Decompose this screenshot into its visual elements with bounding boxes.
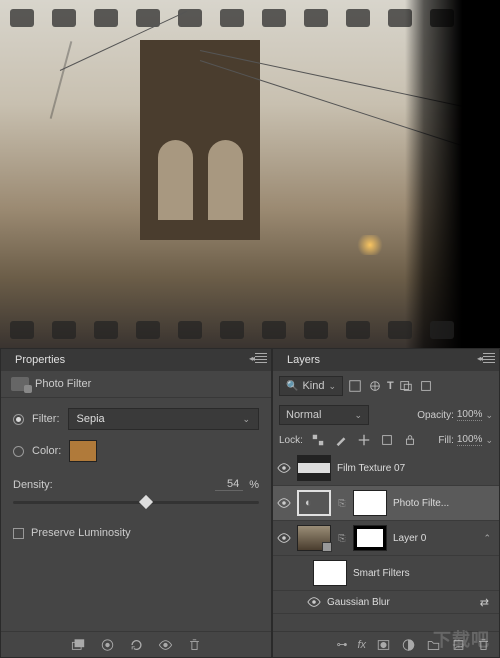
link-icon[interactable]: ⎘	[337, 533, 347, 544]
filter-select[interactable]: Sepia ⌄	[68, 408, 260, 430]
blend-mode-select[interactable]: Normal ⌄	[279, 405, 369, 425]
layer-thumbnail[interactable]	[297, 455, 331, 481]
smart-filter-mask-thumbnail[interactable]	[313, 560, 347, 586]
filter-pixel-icon[interactable]	[347, 379, 363, 393]
layer-row[interactable]: Film Texture 07	[273, 451, 499, 486]
lock-all-icon[interactable]	[402, 433, 418, 447]
trash-icon[interactable]	[476, 638, 491, 652]
visibility-toggle[interactable]	[277, 496, 291, 510]
lock-position-icon[interactable]	[356, 433, 372, 447]
canvas-preview[interactable]	[0, 0, 500, 348]
filter-value: Sepia	[77, 413, 105, 425]
fill-value[interactable]: 100%	[457, 434, 483, 446]
properties-tab[interactable]: Properties	[7, 350, 73, 370]
preserve-luminosity-checkbox[interactable]	[13, 528, 24, 539]
collapse-icon[interactable]: ◂◂	[477, 354, 481, 363]
adjustment-header: Photo Filter	[1, 371, 271, 398]
preserve-luminosity-label: Preserve Luminosity	[31, 527, 131, 539]
clip-to-layer-icon[interactable]	[71, 638, 86, 652]
lock-label: Lock:	[279, 435, 303, 446]
density-unit: %	[249, 479, 259, 491]
group-icon[interactable]	[426, 638, 441, 652]
layer-name[interactable]: Smart Filters	[353, 568, 410, 579]
filter-kind-select[interactable]: 🔍 Kind ⌄	[279, 376, 343, 396]
filter-blending-icon[interactable]: ⇄	[480, 596, 489, 609]
layer-name[interactable]: Photo Filte...	[393, 498, 449, 509]
photo-filter-icon	[11, 377, 29, 391]
layers-filter-bar: 🔍 Kind ⌄ T	[273, 371, 499, 401]
layer-mask-thumbnail[interactable]	[353, 490, 387, 516]
opacity-label: Opacity:	[417, 410, 454, 421]
film-sprockets-bottom	[0, 316, 500, 344]
layer-row-filter[interactable]: Gaussian Blur ⇄	[273, 591, 499, 614]
layers-panel: Layers ◂◂ 🔍 Kind ⌄ T Normal ⌄ Opacity: 1…	[272, 348, 500, 658]
filter-type-icon[interactable]: T	[387, 380, 394, 392]
layer-thumbnail[interactable]	[297, 525, 331, 551]
layers-list: Film Texture 07 ◐ ⎘ Photo Filte... ⎘ Lay…	[273, 451, 499, 631]
filter-shape-icon[interactable]	[398, 379, 414, 393]
kind-label: Kind	[302, 380, 324, 392]
view-previous-icon[interactable]	[100, 638, 115, 652]
color-swatch[interactable]	[69, 440, 97, 462]
filter-label: Filter:	[32, 413, 60, 425]
slider-track	[13, 501, 259, 504]
layer-row[interactable]: ◐ ⎘ Photo Filte...	[273, 486, 499, 521]
fill-label: Fill:	[438, 435, 454, 446]
layers-tab[interactable]: Layers	[279, 350, 328, 370]
sun-glow	[355, 235, 385, 255]
opacity-value[interactable]: 100%	[457, 409, 483, 421]
layer-thumbnail[interactable]: ◐	[297, 490, 331, 516]
layers-footer: ⊶ fx	[273, 631, 499, 657]
chevron-down-icon[interactable]: ⌄	[485, 410, 493, 421]
visibility-icon[interactable]	[158, 638, 173, 652]
panel-menu-icon[interactable]	[255, 353, 267, 363]
bridge-tower	[140, 40, 260, 240]
color-radio[interactable]	[13, 446, 24, 457]
adjustment-layer-icon[interactable]	[401, 638, 416, 652]
filter-expand-icon[interactable]: ⌃	[483, 533, 491, 544]
visibility-toggle[interactable]	[307, 595, 321, 609]
chevron-down-icon: ⌄	[242, 414, 250, 425]
layer-name[interactable]: Gaussian Blur	[327, 597, 390, 608]
layer-name[interactable]: Film Texture 07	[337, 463, 405, 474]
visibility-toggle[interactable]	[277, 461, 291, 475]
panel-menu-icon[interactable]	[483, 353, 495, 363]
lock-transparent-icon[interactable]	[310, 433, 326, 447]
density-value[interactable]: 54	[215, 478, 243, 491]
filter-adjustment-icon[interactable]	[367, 379, 383, 393]
density-label: Density:	[13, 479, 53, 491]
layer-row-smart-filters[interactable]: Smart Filters	[273, 556, 499, 591]
color-label: Color:	[32, 445, 61, 457]
slider-thumb[interactable]	[139, 495, 153, 509]
chevron-down-icon: ⌄	[354, 410, 362, 421]
film-frame-image	[0, 0, 500, 348]
density-slider[interactable]	[13, 495, 259, 511]
layer-style-icon[interactable]: fx	[357, 639, 366, 651]
layer-mask-icon[interactable]	[376, 638, 391, 652]
smart-object-badge	[322, 542, 332, 552]
trash-icon[interactable]	[187, 638, 202, 652]
layer-row[interactable]: ⎘ Layer 0 ⌃	[273, 521, 499, 556]
new-layer-icon[interactable]	[451, 638, 466, 652]
properties-tab-bar: Properties ◂◂	[1, 349, 271, 371]
chevron-down-icon[interactable]: ⌄	[485, 435, 493, 446]
lock-pixels-icon[interactable]	[333, 433, 349, 447]
layer-mask-thumbnail[interactable]	[353, 525, 387, 551]
reset-icon[interactable]	[129, 638, 144, 652]
visibility-toggle[interactable]	[277, 531, 291, 545]
lock-artboard-icon[interactable]	[379, 433, 395, 447]
filter-smart-icon[interactable]	[418, 379, 434, 393]
layer-name[interactable]: Layer 0	[393, 533, 426, 544]
blend-mode-value: Normal	[286, 409, 321, 421]
link-icon[interactable]: ⎘	[337, 498, 347, 509]
chevron-down-icon: ⌄	[328, 381, 336, 392]
adjustment-name: Photo Filter	[35, 378, 91, 390]
properties-footer	[1, 631, 271, 657]
link-layers-icon[interactable]: ⊶	[336, 638, 347, 651]
dark-edge	[405, 0, 500, 348]
layers-tab-bar: Layers ◂◂	[273, 349, 499, 371]
properties-panel: Properties ◂◂ Photo Filter Filter: Sepia…	[0, 348, 272, 658]
filter-radio[interactable]	[13, 414, 24, 425]
collapse-icon[interactable]: ◂◂	[249, 354, 253, 363]
